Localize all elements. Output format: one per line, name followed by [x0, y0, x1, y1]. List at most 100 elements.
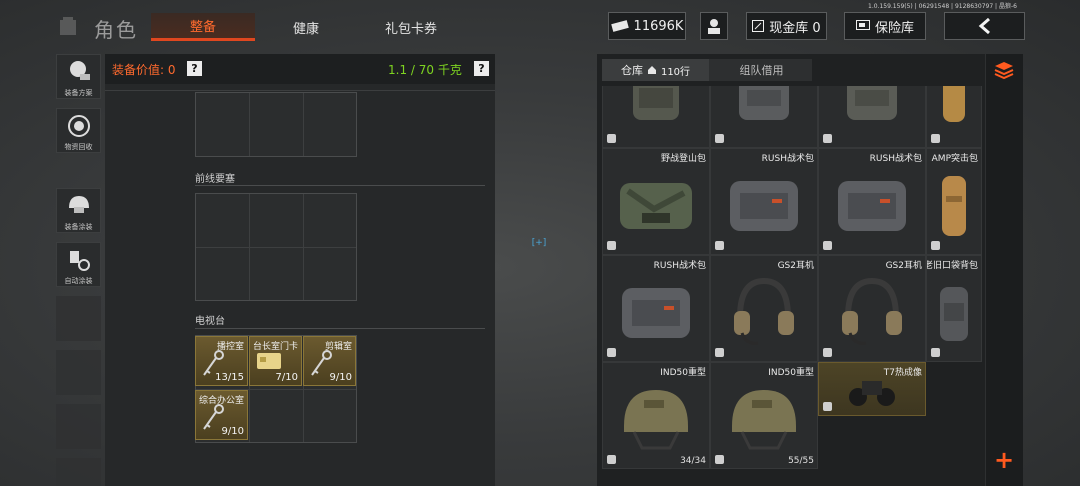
stash-cell[interactable] [818, 86, 926, 148]
help-button[interactable]: ? [187, 61, 202, 76]
key-count: 7/10 [275, 372, 298, 383]
cash-icon [610, 20, 629, 32]
camo-backpack-icon [620, 182, 692, 229]
pocket-backpack-icon [940, 286, 968, 341]
tab-squad-borrow[interactable]: 组队借用 [711, 59, 812, 81]
key-name: 综合办公室 [198, 396, 244, 406]
key-grid-top [195, 92, 357, 157]
stash-side-rail [985, 54, 1023, 486]
section-divider [195, 328, 485, 329]
keycard-icon [257, 353, 281, 369]
sidebar-item-label: 物资回收 [64, 143, 93, 151]
key-name: 播控室 [216, 342, 244, 352]
stash-cell[interactable]: AMP突击包 [926, 148, 982, 255]
stash-cell[interactable] [602, 86, 710, 148]
headset-icon [842, 277, 902, 345]
sidebar-item-label: 装备方案 [64, 89, 93, 97]
item-cube-icon [607, 241, 616, 250]
rush-backpack-icon [730, 180, 798, 231]
stash-cell[interactable] [710, 86, 818, 148]
tab-stash[interactable]: 仓库 110行 [602, 59, 709, 81]
sidebar-item-loadout[interactable]: 装备方案 [56, 54, 101, 99]
safe-vault-button[interactable]: 保险库 [844, 12, 926, 40]
stash-tab-label: 仓库 [620, 64, 643, 77]
item-cube-icon [823, 241, 832, 250]
stash-cell[interactable] [926, 86, 982, 148]
key-item[interactable]: 综合办公室 9/10 [195, 390, 248, 440]
stash-grid: 野战登山包 RUSH战术包 RUSH战术包 AMP突击包 RUSH战术包 GS2… [602, 86, 982, 486]
item-name: IND50重型 [660, 368, 706, 378]
helmet-icon [732, 389, 796, 450]
key-name: 剪辑室 [324, 342, 352, 352]
item-name: AMP突击包 [931, 154, 978, 164]
spray-gear-icon [69, 251, 90, 271]
backpack-icon [847, 86, 897, 120]
item-name: 老旧口袋背包 [926, 261, 978, 271]
divider [105, 90, 495, 91]
back-button[interactable] [944, 12, 1025, 40]
carry-weight: 1.1 / 70 千克 [388, 63, 462, 77]
backpack-icon [633, 86, 679, 120]
item-cube-icon [715, 348, 724, 357]
item-name: IND50重型 [768, 368, 814, 378]
rush-backpack-icon [838, 180, 906, 231]
item-cube-icon [607, 134, 616, 143]
item-cube-icon [823, 134, 832, 143]
safe-vault-label: 保险库 [874, 20, 914, 36]
version-text: 1.0.159.159(5) | 06291548 | 9128630797 |… [868, 3, 1017, 10]
sidebar-item-label: 自动涂装 [64, 277, 93, 285]
key-item[interactable]: 剪辑室 9/10 [303, 336, 356, 386]
thermal-goggles-icon [849, 381, 895, 407]
cash-vault-label: 现金库 0 [769, 20, 821, 36]
stash-cell[interactable]: RUSH战术包 [818, 148, 926, 255]
tab-gift-cards[interactable]: 礼包卡券 [360, 13, 462, 41]
item-cube-icon [607, 348, 616, 357]
transfer-marker[interactable]: [+] [528, 233, 550, 253]
item-cube-icon [931, 348, 940, 357]
stash-cell[interactable]: RUSH战术包 [602, 255, 710, 362]
key-count: 9/10 [329, 372, 352, 383]
stash-cell[interactable]: RUSH战术包 [710, 148, 818, 255]
rush-backpack-icon [622, 287, 690, 338]
avatar-button[interactable] [700, 12, 728, 40]
stash-cell[interactable]: IND50重型 55/55 [710, 362, 818, 469]
item-cube-icon [823, 348, 832, 357]
stash-cell[interactable]: GS2耳机 [818, 255, 926, 362]
key-name: 台长室门卡 [252, 342, 298, 352]
stash-cell[interactable]: T7热成像 [818, 362, 926, 416]
sidebar-item-skins[interactable]: 装备涂装 [56, 188, 101, 233]
key-item[interactable]: 播控室 13/15 [195, 336, 248, 386]
tab-health[interactable]: 健康 [256, 13, 356, 41]
stash-cell[interactable]: 野战登山包 [602, 148, 710, 255]
item-name: T7热成像 [883, 368, 922, 378]
add-stash-button[interactable]: + [992, 446, 1016, 474]
weight-help-button[interactable]: ? [474, 61, 489, 76]
sidebar-item-recycle[interactable]: 物资回收 [56, 108, 101, 153]
item-name: 野战登山包 [660, 154, 706, 164]
item-durability: 55/55 [788, 456, 814, 466]
stash-cell[interactable]: 老旧口袋背包 [926, 255, 982, 362]
sling-bag-icon [943, 86, 965, 122]
stash-cell[interactable]: GS2耳机 [710, 255, 818, 362]
page-title: 角色 [94, 18, 138, 42]
character-logo-icon [60, 17, 76, 35]
amp-bag-icon [942, 175, 966, 236]
key-grid-fortress [195, 193, 357, 301]
stash-row-count: 110行 [660, 66, 691, 78]
item-cube-icon [823, 402, 832, 411]
cash-vault-button[interactable]: 现金库 0 [746, 12, 827, 40]
sidebar-item-label: 装备涂装 [64, 223, 93, 231]
item-durability: 34/34 [680, 456, 706, 466]
item-cube-icon [931, 134, 940, 143]
item-name: RUSH战术包 [761, 154, 814, 164]
item-name: RUSH战术包 [869, 154, 922, 164]
stack-sort-icon[interactable] [992, 58, 1016, 82]
key-item[interactable]: 台长室门卡 7/10 [249, 336, 302, 386]
sidebar-item-auto-skin[interactable]: 自动涂装 [56, 242, 101, 287]
currency-display[interactable]: 11696K [608, 12, 686, 40]
tab-gear[interactable]: 整备 [151, 13, 255, 41]
item-name: GS2耳机 [885, 261, 922, 271]
item-cube-icon [715, 134, 724, 143]
stash-cell[interactable]: IND50重型 34/34 [602, 362, 710, 469]
sidebar-empty-slot [56, 458, 101, 486]
